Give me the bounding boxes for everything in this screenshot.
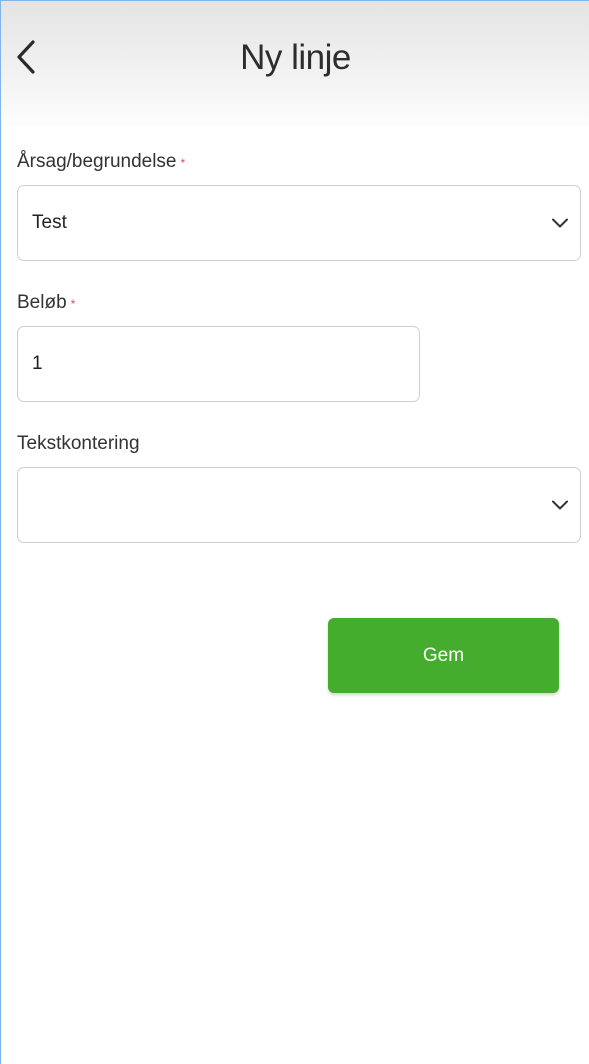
screen: Ny linje Årsag/begrundelse * Test Beløb * … xyxy=(0,0,589,1064)
reason-label-text: Årsag/begrundelse xyxy=(17,151,177,172)
amount-label-text: Beløb xyxy=(17,292,67,313)
header-bar: Ny linje xyxy=(1,1,589,127)
required-marker: * xyxy=(180,156,186,170)
amount-label: Beløb * xyxy=(17,291,75,315)
amount-input[interactable]: 1 xyxy=(17,326,420,402)
chevron-down-icon xyxy=(550,213,570,233)
chevron-down-icon xyxy=(550,495,570,515)
reason-select[interactable]: Test xyxy=(17,185,581,261)
page-title: Ny linje xyxy=(240,38,351,77)
text-posting-select[interactable] xyxy=(17,467,581,543)
required-marker: * xyxy=(70,297,76,311)
amount-input-value: 1 xyxy=(32,353,43,374)
reason-select-value: Test xyxy=(32,212,67,233)
text-posting-label: Tekstkontering xyxy=(17,432,140,456)
reason-label: Årsag/begrundelse * xyxy=(17,150,185,174)
text-posting-label-text: Tekstkontering xyxy=(17,433,140,454)
save-button[interactable]: Gem xyxy=(328,618,559,693)
